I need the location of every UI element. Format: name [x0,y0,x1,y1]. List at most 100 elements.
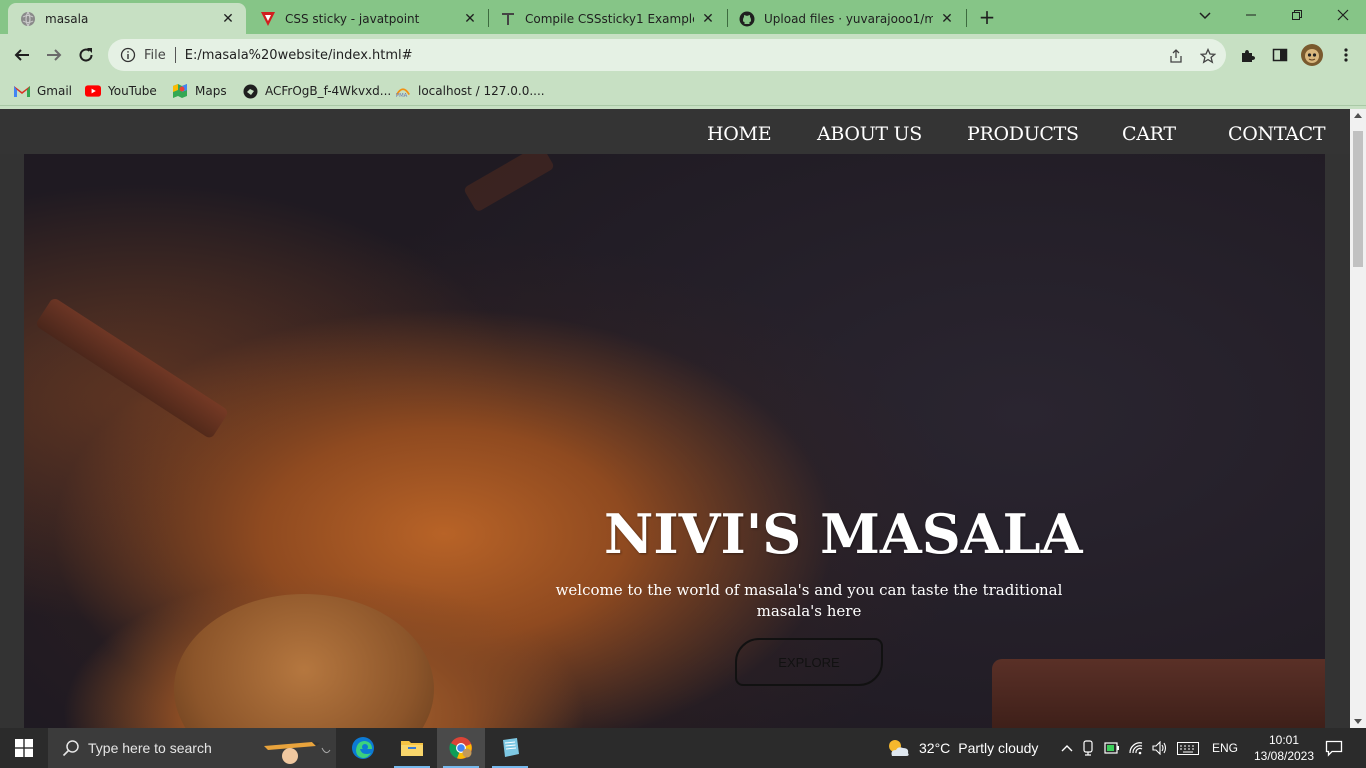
tab-css-sticky[interactable]: CSS sticky - javatpoint ✕ [248,3,488,34]
back-button[interactable] [10,43,34,67]
svg-text:PMA: PMA [396,93,408,99]
page-viewport: HOME ABOUT US PRODUCTS CART CONTACT NIVI… [0,109,1350,728]
wifi-icon[interactable] [1124,741,1148,755]
clock-date: 13/08/2023 [1253,749,1315,763]
tab-upload-files[interactable]: Upload files · yuvarajooo1/masal ✕ [727,3,965,34]
javatpoint-icon [260,11,276,27]
close-tab-icon[interactable]: ✕ [939,11,955,27]
system-tray [1058,728,1204,768]
bookmark-star-icon[interactable] [1199,47,1217,64]
spice-bowl-image [174,594,434,728]
start-button[interactable] [0,728,48,768]
nav-about-us[interactable]: ABOUT US [817,123,922,145]
site-info-icon[interactable] [120,47,136,63]
extensions-puzzle-icon[interactable] [1236,43,1260,67]
windows-taskbar: Type here to search 32°C Partly cloudy E… [0,728,1366,768]
profile-avatar[interactable] [1300,43,1324,67]
bookmark-acfrogb[interactable]: ACFrOgB_f-4Wkvxd... [242,82,391,100]
bookmark-label: Gmail [37,84,73,98]
taskbar-edge[interactable] [339,728,387,768]
partly-cloudy-icon [889,740,909,756]
edge-icon [352,737,374,759]
nav-products[interactable]: PRODUCTS [967,123,1079,145]
minimize-button[interactable] [1228,0,1274,30]
restore-button[interactable] [1274,0,1320,30]
touch-keyboard-icon[interactable] [1172,741,1204,755]
weather-widget[interactable]: 32°C Partly cloudy [884,728,1038,768]
weather-temp: 32°C [919,740,951,756]
forward-button[interactable] [42,43,66,67]
tab-title: masala [45,11,89,26]
cinnamon-stick-image [34,296,230,440]
chrome-icon [449,737,472,759]
url-scheme: File [144,47,166,63]
github-icon [739,11,755,27]
url-text[interactable]: E:/masala%20website/index.html# [185,48,413,63]
explore-button[interactable]: EXPLORE [735,638,883,686]
bookmark-gmail[interactable]: Gmail [14,82,72,100]
address-divider [174,47,176,63]
notepad-icon [503,738,519,757]
search-icon [62,740,79,757]
tab-title: Upload files · yuvarajooo1/masal [764,11,933,26]
bookmark-youtube[interactable]: YouTube [85,82,157,100]
nav-cart[interactable]: CART [1122,123,1176,145]
close-tab-icon[interactable]: ✕ [220,11,236,27]
tab-separator [966,9,967,27]
chrome-menu-icon[interactable] [1334,43,1358,67]
hero-banner: NIVI'S MASALA welcome to the world of ma… [24,154,1325,728]
hero-subtitle: welcome to the world of masala's and you… [555,581,1063,620]
battery-icon[interactable] [1100,741,1124,755]
cinnamon-stick-image [992,659,1325,728]
search-highlight-pencil-icon [264,742,331,764]
bookmark-maps[interactable]: Maps [172,82,227,100]
tab-strip: masala ✕ CSS sticky - javatpoint ✕ Compi… [0,0,1366,34]
bookmark-label: YouTube [108,84,157,98]
close-window-button[interactable] [1320,0,1366,30]
clock-time: 10:01 [1268,733,1300,747]
page-scrollbar[interactable] [1350,109,1366,728]
search-placeholder: Type here to search [88,740,212,756]
input-language[interactable]: ENG [1212,728,1238,768]
scroll-down-arrow-icon[interactable] [1354,719,1362,724]
tutorialspoint-icon [500,11,516,27]
taskbar-file-explorer[interactable] [388,728,436,768]
close-tab-icon[interactable]: ✕ [462,11,478,27]
bookmark-localhost[interactable]: PMA localhost / 127.0.0.... [395,82,545,100]
taskbar-notepad[interactable] [486,728,534,768]
bookmark-label: localhost / 127.0.0.... [418,84,545,98]
side-panel-icon[interactable] [1268,43,1292,67]
bookmarks-bar: Gmail YouTube Maps ACFrOgB_f-4Wkvxd... P… [0,76,1366,106]
scrollbar-thumb[interactable] [1353,131,1363,267]
address-bar[interactable]: File E:/masala%20website/index.html# [108,39,1226,71]
share-icon[interactable] [1168,48,1184,64]
scroll-up-arrow-icon[interactable] [1354,113,1362,118]
weather-condition: Partly cloudy [958,740,1039,756]
new-tab-button[interactable]: + [976,6,998,28]
meet-now-icon[interactable] [1076,740,1100,756]
show-hidden-icons-chevron-icon[interactable] [1058,744,1076,752]
nav-contact[interactable]: CONTACT [1228,123,1326,145]
taskbar-chrome[interactable] [437,728,485,768]
clock[interactable]: 10:01 13/08/2023 [1254,728,1314,768]
link-icon [242,83,258,99]
phpmyadmin-icon: PMA [395,83,411,99]
notifications-icon[interactable] [1322,728,1346,768]
site-navbar: HOME ABOUT US PRODUCTS CART CONTACT [0,109,1350,154]
reload-button[interactable] [74,43,98,67]
bookmark-label: ACFrOgB_f-4Wkvxd... [265,84,392,98]
browser-toolbar: File E:/masala%20website/index.html# [0,34,1366,76]
volume-icon[interactable] [1148,741,1172,755]
tab-title: Compile CSSsticky1 Example: Edi [525,11,694,26]
windows-logo-icon [15,739,33,757]
gmail-icon [14,83,30,99]
close-tab-icon[interactable]: ✕ [700,11,716,27]
hero-title: NIVI'S MASALA [604,502,1083,566]
tab-compile-csssticky[interactable]: Compile CSSsticky1 Example: Edi ✕ [488,3,726,34]
taskbar-search-box[interactable]: Type here to search [48,728,336,768]
nav-home[interactable]: HOME [707,123,772,145]
globe-icon [20,11,36,27]
bookmark-label: Maps [195,84,227,98]
tab-masala[interactable]: masala ✕ [8,3,246,34]
tab-search-chevron-icon[interactable] [1196,6,1214,24]
